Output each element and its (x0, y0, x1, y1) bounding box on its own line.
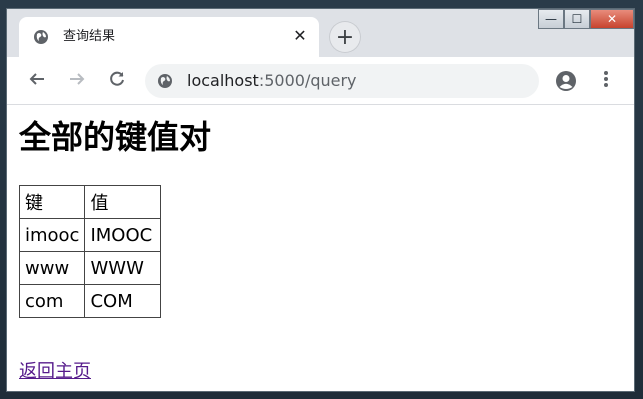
value-cell: WWW (84, 251, 162, 285)
browser-toolbar: localhost:5000/query (7, 57, 634, 105)
address-bar[interactable]: localhost:5000/query (145, 64, 539, 98)
key-cell: www (18, 251, 86, 285)
key-cell: imooc (18, 218, 86, 252)
kebab-menu-icon (603, 70, 609, 92)
window-caption-buttons: — ☐ ✕ (538, 9, 634, 29)
value-cell: COM (84, 284, 162, 318)
tab-query-results[interactable]: 查询结果 ✕ (19, 17, 319, 57)
back-to-home-link[interactable]: 返回主页 (19, 357, 91, 383)
reload-icon (108, 70, 126, 92)
browser-window: 查询结果 ✕ + — ☐ ✕ localhost:5000/query 全部的键… (6, 8, 635, 392)
forward-button[interactable] (65, 69, 89, 93)
page-title: 全部的键值对 (19, 118, 212, 156)
table-header-row: 键 值 (18, 185, 162, 219)
url-host: localhost (187, 71, 259, 90)
arrow-right-icon (68, 70, 86, 92)
key-value-table: 键 值 imooc IMOOC www WWW com COM (18, 185, 162, 318)
column-header-value: 值 (84, 185, 162, 219)
close-window-button[interactable]: ✕ (590, 9, 634, 29)
profile-button[interactable] (555, 70, 577, 92)
arrow-left-icon (28, 70, 46, 92)
table-row: imooc IMOOC (18, 218, 162, 252)
new-tab-button[interactable]: + (329, 21, 361, 53)
globe-icon (33, 29, 49, 45)
minimize-button[interactable]: — (538, 9, 564, 29)
account-icon (555, 71, 577, 96)
browser-menu-button[interactable] (595, 70, 617, 92)
url-path: :5000/query (258, 71, 357, 90)
tab-close-icon[interactable]: ✕ (291, 27, 309, 45)
table-row: com COM (18, 284, 162, 318)
maximize-button[interactable]: ☐ (564, 9, 590, 29)
tab-title: 查询结果 (63, 29, 116, 44)
key-cell: com (18, 284, 86, 318)
value-cell: IMOOC (84, 218, 162, 252)
tab-strip: 查询结果 ✕ + — ☐ ✕ (7, 9, 634, 57)
back-button[interactable] (25, 69, 49, 93)
url-text[interactable]: localhost:5000/query (187, 72, 357, 90)
reload-button[interactable] (105, 69, 129, 93)
column-header-key: 键 (18, 185, 86, 219)
plus-icon: + (335, 24, 355, 50)
site-info-icon[interactable] (157, 73, 173, 89)
table-row: www WWW (18, 251, 162, 285)
page-viewport: 全部的键值对 键 值 imooc IMOOC www WWW com COM 返… (7, 105, 634, 391)
